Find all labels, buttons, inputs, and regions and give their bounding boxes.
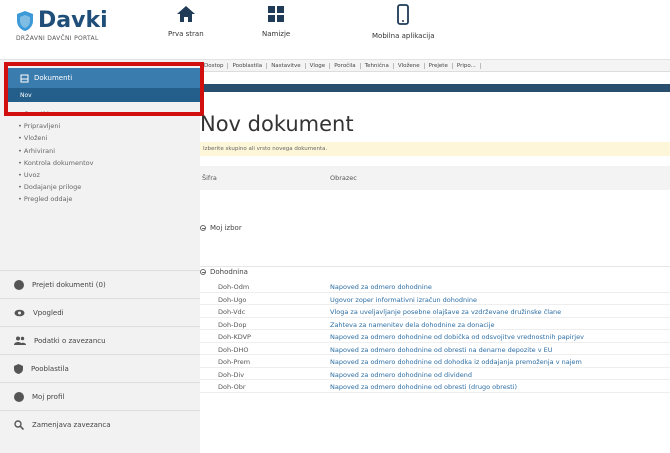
table-row[interactable]: Doh-KDVP Napoved za odmero dohodnine od …	[200, 330, 670, 343]
top-header: Davki DRŽAVNI DAVČNI PORTAL Prva stran N…	[0, 0, 670, 60]
module-tab[interactable]: Pooblastila	[228, 62, 268, 69]
main-content: Nov dokument Izberite skupino ali vrsto …	[200, 92, 670, 453]
collapse-icon	[200, 269, 206, 275]
sidebar-item-label: Pooblastila	[31, 364, 69, 373]
submenu-item[interactable]: • Pripravljeni	[18, 120, 93, 132]
table-row[interactable]: Doh-Prem Napoved za odmero dohodnine od …	[200, 355, 670, 368]
row-form-link[interactable]: Napoved za odmero dohodnine od dobička o…	[330, 333, 670, 341]
documents-submenu: • Osnutki • Pripravljeni • Vloženi • Arh…	[18, 108, 93, 206]
row-code: Doh-Obr	[218, 383, 246, 391]
table-row[interactable]: Doh-Div Napoved za odmero dohodnine od d…	[200, 368, 670, 380]
table-header: Šifra Obrazec	[200, 166, 670, 190]
user-icon	[14, 391, 24, 402]
dashboard-link-label: Namizje	[262, 30, 291, 38]
module-tab[interactable]: Tehnična	[361, 62, 394, 69]
mobile-app-link[interactable]: Mobilna aplikacija	[372, 4, 434, 40]
row-code: Doh-Ugo	[218, 295, 247, 304]
row-form-link[interactable]: Zahteva za namenitev dela dohodnine za d…	[330, 321, 670, 329]
row-form-link[interactable]: Ugovor zoper informativni izračun dohodn…	[330, 296, 670, 304]
sidebar-item-label: Zamenjava zavezanca	[32, 420, 111, 429]
submenu-item[interactable]: • Kontrola dokumentov	[18, 157, 93, 169]
davki-logo[interactable]: Davki DRŽAVNI DAVČNI PORTAL	[16, 8, 108, 42]
table-row[interactable]: Doh-Vdc Vloga za uveljavljanje posebne o…	[200, 305, 670, 318]
collapse-icon	[200, 225, 206, 231]
mobile-app-link-label: Mobilna aplikacija	[372, 32, 435, 40]
sidebar-item-label: Moj profil	[32, 392, 65, 401]
submenu-item[interactable]: • Pregled oddaje	[18, 193, 93, 205]
shield-icon	[14, 363, 23, 374]
blue-divider-bar	[200, 84, 670, 92]
page-title: Nov dokument	[200, 112, 354, 136]
row-form-link[interactable]: Napoved za odmero dohodnine od obresti (…	[330, 383, 670, 391]
row-code: Doh-Odm	[218, 283, 250, 291]
document-list: Doh-Odm Napoved za odmero dohodnine Doh-…	[200, 280, 670, 393]
users-icon	[14, 336, 26, 345]
search-icon	[14, 419, 24, 430]
row-code: Doh-KDVP	[218, 333, 251, 341]
home-icon	[176, 6, 195, 22]
module-tab[interactable]: Vložene	[394, 62, 425, 69]
submenu-item[interactable]: • Arhivirani	[18, 145, 93, 157]
group-income-tax[interactable]: Dohodnina	[200, 268, 248, 276]
dashboard-grid-icon	[268, 6, 285, 22]
module-tab[interactable]: Prejete	[425, 62, 453, 69]
sidebar-item-label: Prejeti dokumenti (0)	[32, 280, 106, 289]
mobile-phone-icon	[397, 4, 410, 25]
row-code: Doh-Dop	[218, 320, 247, 329]
sidebar-item-views[interactable]: Vpogledi	[0, 298, 200, 326]
sidebar: Dokumenti Nov • Osnutki • Pripravljeni •…	[0, 60, 200, 453]
table-row[interactable]: Doh-Dop Zahteva za namenitev dela dohodn…	[200, 318, 670, 330]
module-tab-strip: Dostop Pooblastila Nastavitve Vloge Poro…	[200, 60, 670, 72]
sidebar-item-taxpayer-data[interactable]: Podatki o zavezancu	[0, 326, 200, 354]
submenu-item[interactable]: • Dodajanje priloge	[18, 181, 93, 193]
sidebar-item-label: Podatki o zavezancu	[34, 336, 106, 345]
row-code: Doh-Vdc	[218, 308, 246, 316]
group-my-selection[interactable]: Moj izbor	[200, 224, 242, 232]
row-form-link[interactable]: Napoved za odmero dohodnine od obresti n…	[330, 346, 670, 354]
column-header-form[interactable]: Obrazec	[330, 174, 357, 182]
sidebar-item-received-documents[interactable]: Prejeti dokumenti (0)	[0, 270, 200, 298]
row-form-link[interactable]: Napoved za odmero dohodnine od dohodka i…	[330, 358, 670, 366]
module-tab[interactable]: Vloge	[306, 62, 331, 69]
table-row[interactable]: Doh-Obr Napoved za odmero dohodnine od o…	[200, 380, 670, 393]
submenu-item[interactable]: • Uvoz	[18, 169, 93, 181]
home-link-label: Prva stran	[168, 30, 204, 38]
hint-banner: Izberite skupino ali vrsto novega dokume…	[200, 142, 670, 156]
table-row[interactable]: Doh-Ugo Ugovor zoper informativni izraču…	[200, 293, 670, 305]
inbox-icon	[14, 279, 24, 290]
table-row[interactable]: Doh-Odm Napoved za odmero dohodnine	[200, 280, 670, 293]
row-form-link[interactable]: Napoved za odmero dohodnine	[330, 283, 670, 291]
row-code: Doh-DHO	[218, 345, 249, 354]
dashboard-link[interactable]: Namizje	[262, 4, 290, 38]
row-form-link[interactable]: Vloga za uveljavljanje posebne olajšave …	[330, 308, 670, 316]
highlight-box	[4, 62, 204, 116]
eye-icon	[14, 309, 25, 316]
sidebar-item-switch-taxpayer[interactable]: Zamenjava zavezanca	[0, 410, 200, 438]
sidebar-item-label: Vpogledi	[33, 308, 64, 317]
module-tab[interactable]: Nastavitve	[267, 62, 306, 69]
submenu-item[interactable]: • Vloženi	[18, 132, 93, 144]
module-tab[interactable]: Poročila	[330, 62, 361, 69]
column-header-code[interactable]: Šifra	[202, 174, 217, 182]
section-divider	[200, 266, 670, 267]
logo-subtitle: DRŽAVNI DAVČNI PORTAL	[16, 35, 99, 42]
row-form-link[interactable]: Napoved za odmero dohodnine od dividend	[330, 371, 670, 379]
sidebar-item-authorizations[interactable]: Pooblastila	[0, 354, 200, 382]
shield-logo-icon	[17, 10, 33, 31]
row-code: Doh-Prem	[218, 358, 251, 366]
logo-text: Davki	[38, 8, 108, 33]
sidebar-item-my-profile[interactable]: Moj profil	[0, 382, 200, 410]
group-label: Moj izbor	[210, 224, 242, 232]
table-row[interactable]: Doh-DHO Napoved za odmero dohodnine od o…	[200, 343, 670, 355]
module-tab[interactable]: Pripo...	[453, 62, 481, 69]
home-link[interactable]: Prva stran	[168, 4, 204, 38]
row-code: Doh-Div	[218, 370, 245, 379]
module-tab[interactable]: Dostop	[200, 62, 229, 69]
group-label: Dohodnina	[210, 268, 248, 276]
